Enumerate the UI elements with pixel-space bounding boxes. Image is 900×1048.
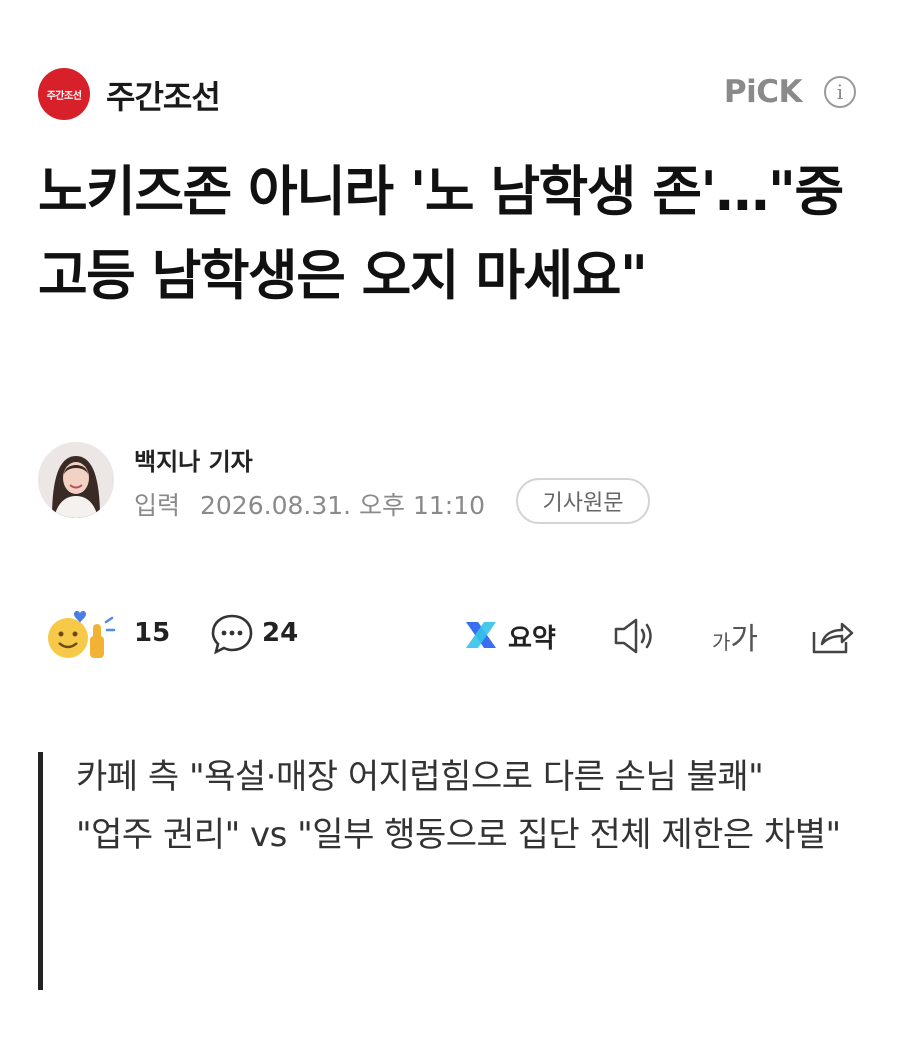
subtitle-divider xyxy=(38,752,43,990)
summary-label[interactable]: 요약 xyxy=(508,618,556,655)
info-icon[interactable]: i xyxy=(824,76,856,108)
original-article-button[interactable]: 기사원문 xyxy=(516,478,650,524)
comment-count: 24 xyxy=(262,618,299,648)
date-label: 입력 xyxy=(134,491,181,520)
reaction-count: 15 xyxy=(134,618,171,648)
font-size-large-label: 가 xyxy=(730,622,759,657)
comment-icon[interactable] xyxy=(210,612,254,656)
press-name[interactable]: 주간조선 xyxy=(106,72,221,118)
press-logo[interactable]: 주간조선 xyxy=(38,68,90,120)
font-size-small-label: 가 xyxy=(712,630,731,654)
subtitle-line: "업주 권리" vs "일부 행동으로 집단 전체 제한은 차별" xyxy=(76,815,841,855)
author-name[interactable]: 백지나 기자 xyxy=(134,442,253,477)
reaction-emoji-icon[interactable] xyxy=(44,608,120,664)
article-headline: 노키즈존 아니라 '노 남학생 존'…"중고등 남학생은 오지 마세요" xyxy=(38,160,844,307)
speaker-icon[interactable] xyxy=(612,614,662,658)
publish-date: 2026.08.31. 오후 11:10 xyxy=(200,491,486,520)
author-avatar[interactable] xyxy=(38,442,114,518)
font-size-icon[interactable]: 가가 xyxy=(712,614,758,658)
article-subtitle: 카페 측 "욕설·매장 어지럽힘으로 다른 손님 불쾌" "업주 권리" vs … xyxy=(76,748,866,864)
subtitle-line: 카페 측 "욕설·매장 어지럽힘으로 다른 손님 불쾌" xyxy=(76,757,764,797)
article-header: 주간조선 주간조선 PiCK i xyxy=(38,66,856,122)
share-icon[interactable] xyxy=(808,614,856,658)
article-action-bar: 15 24 요약 가가 xyxy=(0,604,900,668)
pick-label: PiCK xyxy=(723,74,803,110)
summary-icon[interactable] xyxy=(462,616,500,654)
